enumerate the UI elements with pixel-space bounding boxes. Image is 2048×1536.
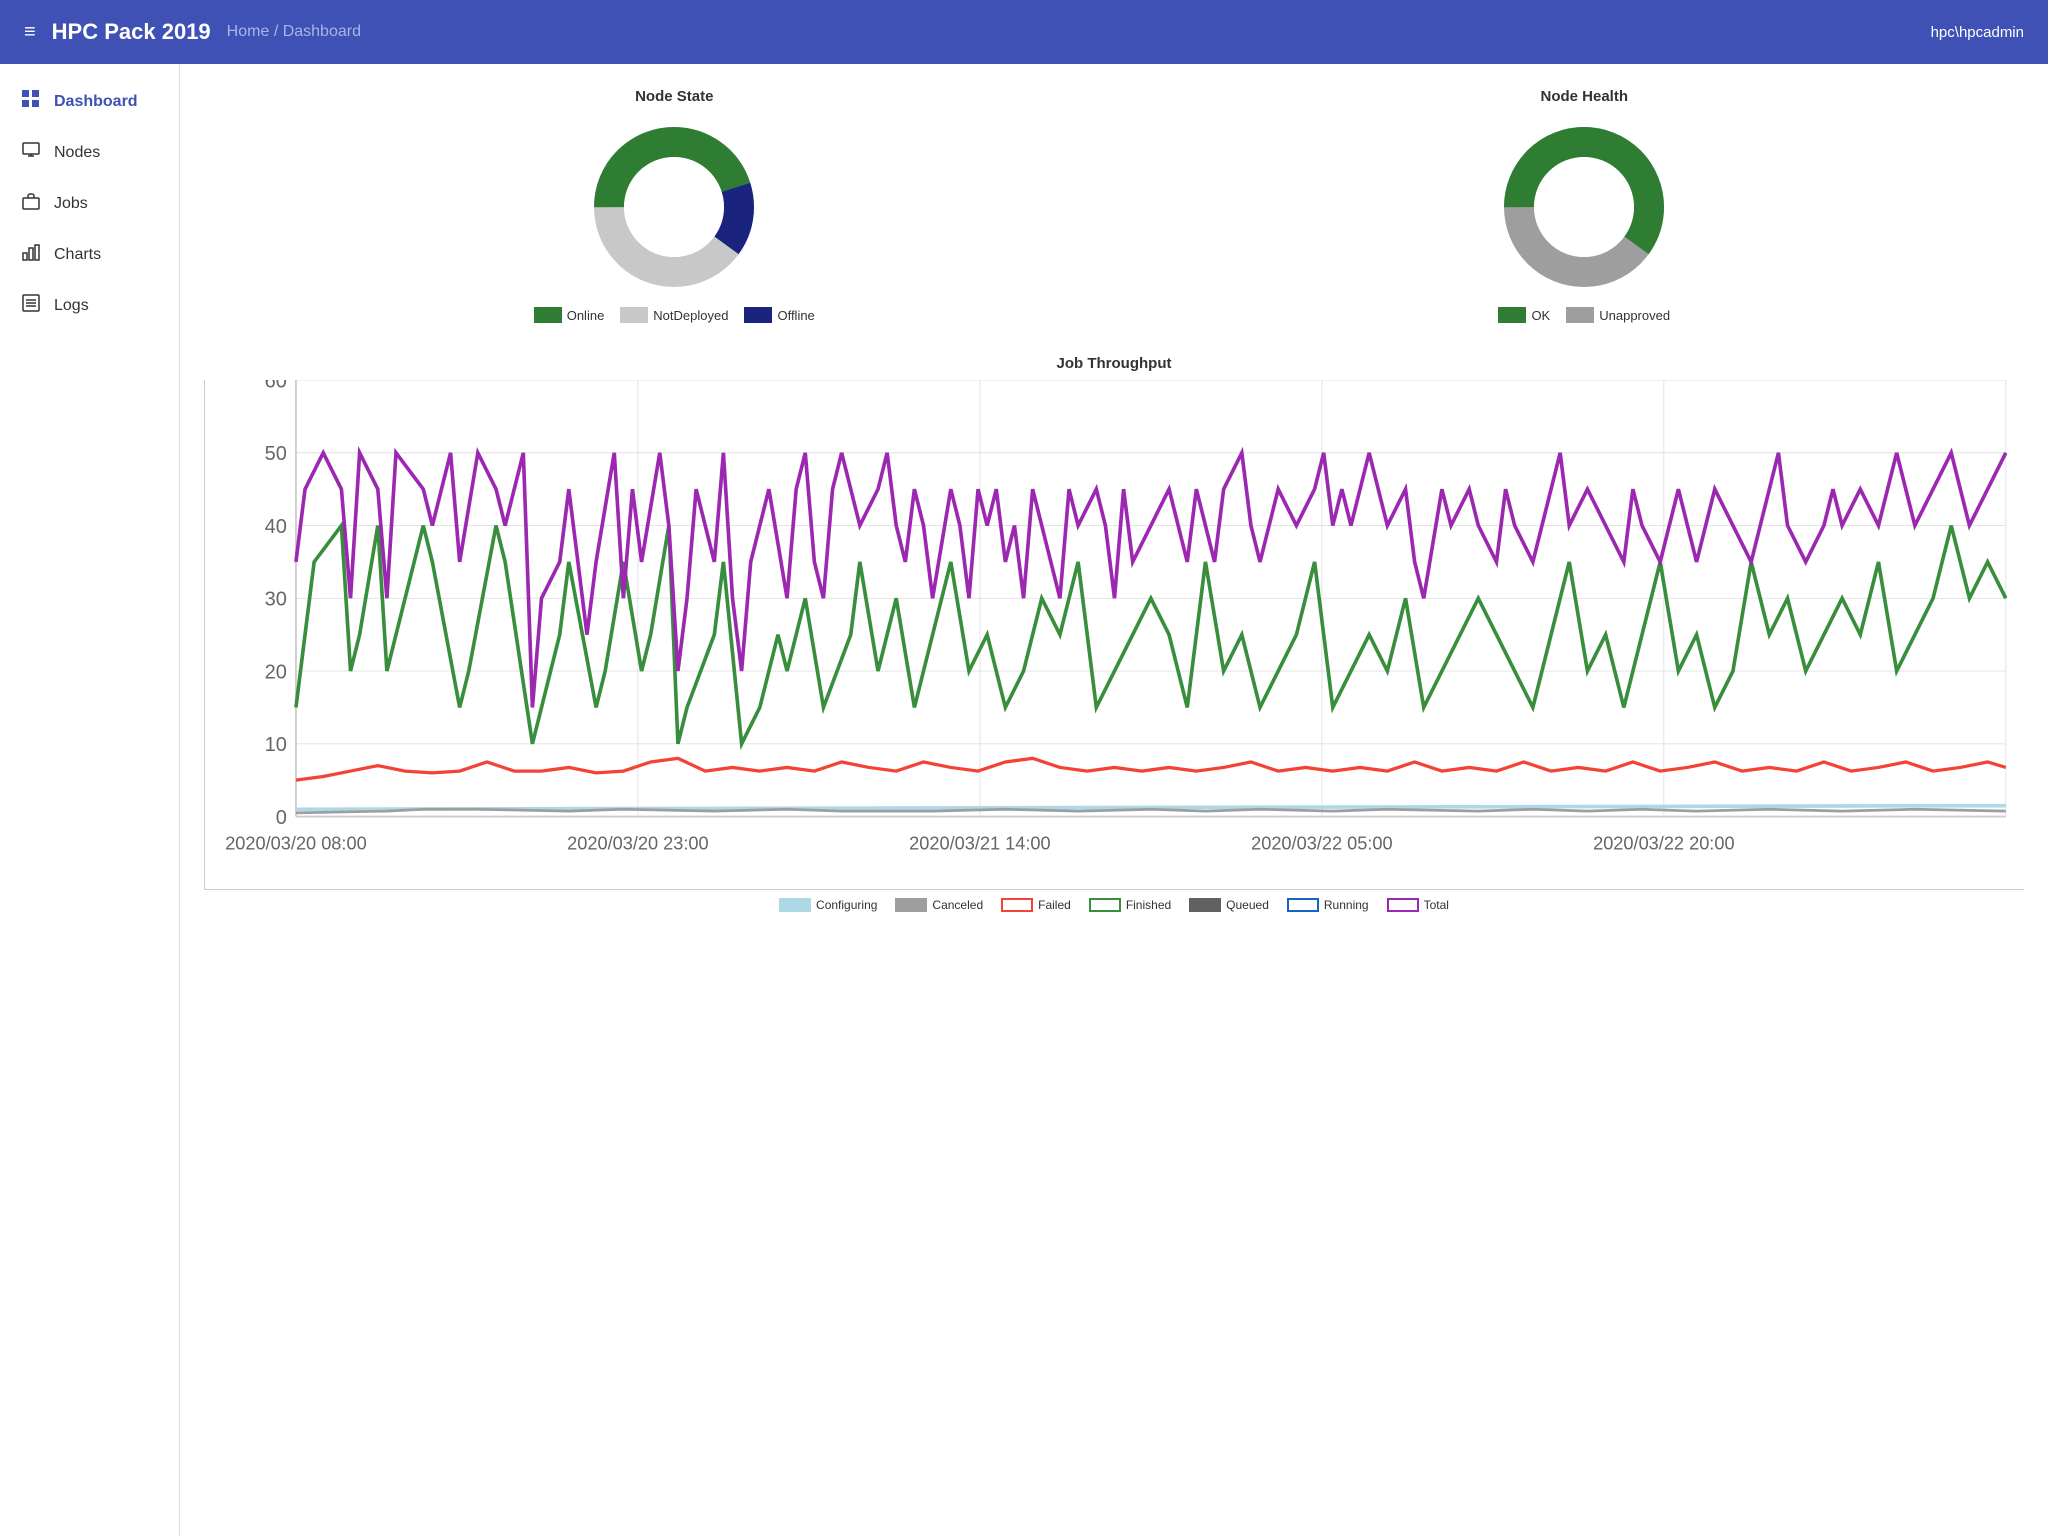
sidebar-item-nodes[interactable]: Nodes	[0, 127, 179, 178]
throughput-svg: 0 10 20 30 40 50 60 2020/03/20 08:00 202…	[204, 380, 2024, 890]
legend-label-ok: OK	[1531, 308, 1550, 323]
node-state-title: Node State	[635, 88, 713, 105]
legend-box-offline	[744, 307, 772, 323]
app-header: ≡ HPC Pack 2019 Home / Dashboard hpc\hpc…	[0, 0, 2048, 64]
legend-line-running	[1287, 898, 1319, 912]
sidebar-item-jobs[interactable]: Jobs	[0, 178, 179, 229]
legend-line-finished	[1089, 898, 1121, 912]
svg-text:40: 40	[265, 516, 287, 538]
legend-queued: Queued	[1189, 898, 1269, 912]
legend-offline: Offline	[744, 307, 814, 323]
legend-line-canceled	[895, 898, 927, 912]
legend-line-queued	[1189, 898, 1221, 912]
legend-label-finished: Finished	[1126, 898, 1171, 912]
sidebar-label-dashboard: Dashboard	[54, 93, 138, 111]
legend-finished: Finished	[1089, 898, 1171, 912]
throughput-chart-container: Job Throughput	[204, 355, 2024, 912]
node-health-chart: Node Health OK	[1474, 88, 1694, 323]
legend-notdeployed: NotDeployed	[620, 307, 728, 323]
breadcrumb-sep: /	[274, 23, 283, 40]
legend-label-total: Total	[1424, 898, 1449, 912]
throughput-legend: Configuring Canceled Failed Finished Que…	[204, 898, 2024, 912]
svg-text:2020/03/22 05:00: 2020/03/22 05:00	[1251, 833, 1392, 853]
main-content: Node State	[180, 64, 2048, 1536]
list-icon	[20, 294, 42, 317]
node-state-svg	[564, 117, 784, 297]
bar-chart-icon	[20, 243, 42, 266]
legend-label-configuring: Configuring	[816, 898, 877, 912]
sidebar-label-charts: Charts	[54, 246, 101, 264]
sidebar-item-dashboard[interactable]: Dashboard	[0, 76, 179, 127]
svg-text:60: 60	[265, 380, 287, 392]
svg-text:10: 10	[265, 734, 287, 756]
legend-label-running: Running	[1324, 898, 1369, 912]
sidebar-label-jobs: Jobs	[54, 195, 88, 213]
svg-text:20: 20	[265, 661, 287, 683]
monitor-icon	[20, 141, 42, 164]
grid-icon	[20, 90, 42, 113]
breadcrumb: Home / Dashboard	[227, 23, 361, 41]
svg-text:2020/03/22 20:00: 2020/03/22 20:00	[1593, 833, 1734, 853]
node-health-title: Node Health	[1540, 88, 1628, 105]
sidebar-item-charts[interactable]: Charts	[0, 229, 179, 280]
legend-label-unapproved: Unapproved	[1599, 308, 1670, 323]
sidebar: Dashboard Nodes Jobs	[0, 64, 180, 1536]
node-health-svg	[1474, 117, 1694, 297]
legend-box-ok	[1498, 307, 1526, 323]
svg-text:2020/03/21 14:00: 2020/03/21 14:00	[909, 833, 1050, 853]
svg-text:0: 0	[276, 807, 287, 829]
legend-canceled: Canceled	[895, 898, 983, 912]
legend-box-unapproved	[1566, 307, 1594, 323]
svg-text:30: 30	[265, 589, 287, 611]
app-name: HPC Pack 2019	[52, 19, 211, 45]
legend-label-queued: Queued	[1226, 898, 1269, 912]
legend-failed: Failed	[1001, 898, 1071, 912]
sidebar-item-logs[interactable]: Logs	[0, 280, 179, 331]
throughput-title: Job Throughput	[204, 355, 2024, 372]
legend-label-online: Online	[567, 308, 605, 323]
legend-label-offline: Offline	[777, 308, 814, 323]
sidebar-label-logs: Logs	[54, 297, 89, 315]
legend-unapproved: Unapproved	[1566, 307, 1670, 323]
node-state-legend: Online NotDeployed Offline	[534, 307, 815, 323]
svg-text:50: 50	[265, 443, 287, 465]
legend-configuring: Configuring	[779, 898, 877, 912]
svg-text:2020/03/20 08:00: 2020/03/20 08:00	[225, 833, 366, 853]
breadcrumb-home[interactable]: Home	[227, 23, 270, 40]
legend-label-failed: Failed	[1038, 898, 1071, 912]
legend-box-online	[534, 307, 562, 323]
legend-box-notdeployed	[620, 307, 648, 323]
legend-total: Total	[1387, 898, 1449, 912]
legend-line-configuring	[779, 898, 811, 912]
legend-line-total	[1387, 898, 1419, 912]
sidebar-label-nodes: Nodes	[54, 144, 100, 162]
legend-label-canceled: Canceled	[932, 898, 983, 912]
legend-online: Online	[534, 307, 605, 323]
svg-text:2020/03/20 23:00: 2020/03/20 23:00	[567, 833, 708, 853]
legend-running: Running	[1287, 898, 1369, 912]
node-state-chart: Node State	[534, 88, 815, 323]
menu-icon[interactable]: ≡	[24, 21, 36, 44]
legend-line-failed	[1001, 898, 1033, 912]
user-info: hpc\hpcadmin	[1931, 24, 2024, 41]
legend-label-notdeployed: NotDeployed	[653, 308, 728, 323]
charts-row: Node State	[204, 88, 2024, 323]
throughput-chart-wrapper: 0 10 20 30 40 50 60 2020/03/20 08:00 202…	[204, 380, 2024, 890]
legend-ok: OK	[1498, 307, 1550, 323]
breadcrumb-current: Dashboard	[283, 23, 361, 40]
node-health-legend: OK Unapproved	[1498, 307, 1670, 323]
briefcase-icon	[20, 192, 42, 215]
